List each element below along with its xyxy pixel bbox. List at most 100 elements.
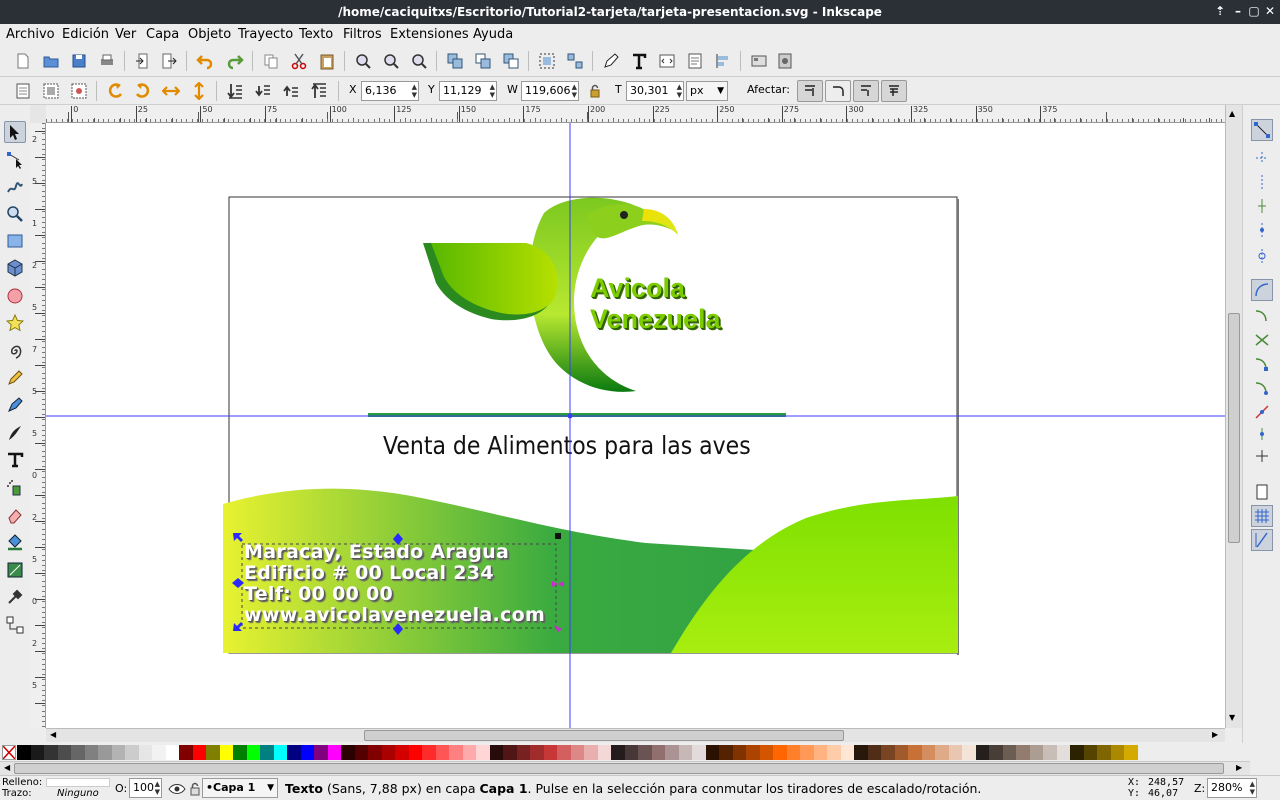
flip-horizontal-icon[interactable] xyxy=(160,80,182,102)
menu-trayecto[interactable]: Trayecto xyxy=(238,27,293,42)
scroll-left-icon[interactable]: ◀ xyxy=(4,763,10,772)
dropper-tool-icon[interactable] xyxy=(4,586,26,608)
export-icon[interactable] xyxy=(158,50,180,72)
snap-paths-icon[interactable] xyxy=(1251,305,1273,327)
color-swatch[interactable] xyxy=(152,745,166,760)
color-swatch[interactable] xyxy=(665,745,679,760)
color-swatch[interactable] xyxy=(719,745,733,760)
color-swatch[interactable] xyxy=(975,745,990,760)
horizontal-scroll-thumb[interactable] xyxy=(364,730,844,741)
color-swatch[interactable] xyxy=(233,745,247,760)
raise-icon[interactable] xyxy=(280,80,302,102)
redo-icon[interactable] xyxy=(224,50,246,72)
document-properties-icon[interactable] xyxy=(684,50,706,72)
affect-pattern-toggle[interactable] xyxy=(881,80,907,102)
minimize-icon[interactable]: – xyxy=(1230,4,1246,18)
color-swatch[interactable] xyxy=(422,745,436,760)
snap-smooth-nodes-icon[interactable] xyxy=(1251,377,1273,399)
snap-bbox-icon[interactable] xyxy=(1251,147,1273,169)
color-swatch[interactable] xyxy=(705,745,720,760)
snap-page-border-icon[interactable] xyxy=(1251,481,1273,503)
vertical-scrollbar[interactable]: ▲ ▼ xyxy=(1225,105,1242,728)
fill-stroke-icon[interactable] xyxy=(600,50,622,72)
spin-arrows-icon[interactable]: ▲ ▼ xyxy=(155,780,160,796)
color-swatch[interactable] xyxy=(638,745,652,760)
color-swatch[interactable] xyxy=(287,745,301,760)
color-swatch[interactable] xyxy=(921,745,936,760)
color-swatch[interactable] xyxy=(435,745,450,760)
spray-tool-icon[interactable] xyxy=(4,477,26,499)
h-field[interactable]: 30,301 ▲ ▼ xyxy=(626,81,684,101)
new-document-icon[interactable] xyxy=(12,50,34,72)
spin-arrows-icon[interactable]: ▲ ▼ xyxy=(1250,780,1255,796)
import-icon[interactable] xyxy=(132,50,154,72)
vertical-scroll-thumb[interactable] xyxy=(1228,313,1240,543)
up-arrow-icon[interactable]: ⇡ xyxy=(1212,4,1228,18)
maximize-icon[interactable]: ▢ xyxy=(1246,4,1262,18)
color-swatch[interactable] xyxy=(1029,745,1044,760)
color-swatch[interactable] xyxy=(543,745,558,760)
drawing-canvas[interactable]: Avicola Venezuela Venta de Alimentos par… xyxy=(46,123,1225,728)
color-swatch[interactable] xyxy=(773,745,787,760)
menu-extensiones[interactable]: Extensiones xyxy=(390,27,469,42)
color-swatch[interactable] xyxy=(800,745,814,760)
xml-editor-icon[interactable] xyxy=(656,50,678,72)
color-swatch[interactable] xyxy=(368,745,382,760)
palette-scrollbar[interactable]: ◀ ▶ xyxy=(0,761,1250,775)
color-swatch[interactable] xyxy=(341,745,355,760)
color-swatch[interactable] xyxy=(894,745,909,760)
color-swatch[interactable] xyxy=(44,745,58,760)
paste-icon[interactable] xyxy=(316,50,338,72)
3d-box-tool-icon[interactable] xyxy=(4,257,26,279)
snap-grid-icon[interactable] xyxy=(1251,505,1273,527)
color-swatch[interactable] xyxy=(759,745,774,760)
zoom-tool-icon[interactable] xyxy=(4,203,26,225)
color-swatch[interactable] xyxy=(71,745,85,760)
color-swatch[interactable] xyxy=(1083,745,1098,760)
calligraphy-tool-icon[interactable] xyxy=(4,422,26,444)
lower-to-bottom-icon[interactable] xyxy=(224,80,246,102)
group-icon[interactable] xyxy=(536,50,558,72)
palette-scroll-thumb[interactable] xyxy=(14,763,1224,774)
menu-filtros[interactable]: Filtros xyxy=(343,27,382,42)
tweak-tool-icon[interactable] xyxy=(4,176,26,198)
color-swatch[interactable] xyxy=(989,745,1003,760)
address-line-1[interactable]: Maracay, Estado Aragua xyxy=(244,541,509,563)
copy-icon[interactable] xyxy=(260,50,282,72)
scroll-left-icon[interactable]: ◀ xyxy=(50,730,56,739)
zoom-field[interactable]: 280% ▲ ▼ xyxy=(1207,778,1257,798)
rotate-cw-icon[interactable] xyxy=(132,80,154,102)
color-swatch[interactable] xyxy=(935,745,949,760)
cut-icon[interactable] xyxy=(288,50,310,72)
raise-to-top-icon[interactable] xyxy=(308,80,330,102)
color-swatch[interactable] xyxy=(462,745,477,760)
select-all-icon[interactable] xyxy=(12,80,34,102)
x-field[interactable]: 6,136 ▲ ▼ xyxy=(361,81,419,101)
ungroup-icon[interactable] xyxy=(564,50,586,72)
print-icon[interactable] xyxy=(96,50,118,72)
save-icon[interactable] xyxy=(68,50,90,72)
color-swatch[interactable] xyxy=(1002,745,1017,760)
color-swatch[interactable] xyxy=(57,745,72,760)
color-swatch[interactable] xyxy=(503,745,517,760)
preferences-icon[interactable] xyxy=(748,50,770,72)
pen-tool-icon[interactable] xyxy=(4,394,26,416)
color-swatch[interactable] xyxy=(1070,745,1084,760)
duplicate-icon[interactable] xyxy=(444,50,466,72)
color-swatch[interactable] xyxy=(840,745,855,760)
color-swatch[interactable] xyxy=(1124,745,1138,760)
color-swatch[interactable] xyxy=(300,745,315,760)
scroll-up-icon[interactable]: ▲ xyxy=(1229,109,1235,118)
horizontal-scrollbar[interactable]: ◀ ▶ xyxy=(46,728,1225,742)
fill-indicator[interactable] xyxy=(46,778,110,787)
spin-arrows-icon[interactable]: ▲ ▼ xyxy=(412,83,417,99)
menu-objeto[interactable]: Objeto xyxy=(188,27,231,42)
zoom-selection-icon[interactable] xyxy=(352,50,374,72)
color-swatch[interactable] xyxy=(1056,745,1071,760)
scroll-down-icon[interactable]: ▼ xyxy=(1229,713,1235,722)
snap-cusp-nodes-icon[interactable] xyxy=(1251,353,1273,375)
color-swatch[interactable] xyxy=(327,745,342,760)
color-swatch[interactable] xyxy=(206,745,220,760)
color-swatch[interactable] xyxy=(138,745,153,760)
color-swatch[interactable] xyxy=(786,745,801,760)
